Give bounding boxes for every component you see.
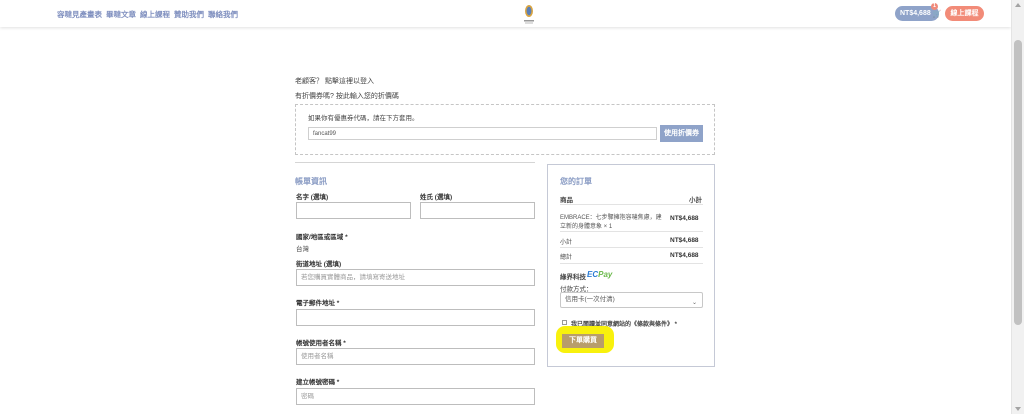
- order-divider: [560, 247, 703, 248]
- first-name-label: 名字 (選填): [296, 194, 329, 201]
- email-field[interactable]: [296, 309, 535, 326]
- site-header: 容噠見產畫表 畢噠文章 線上課程 贊助我們 聯絡我們 NT$4,688 🛒 1 …: [0, 0, 1011, 27]
- scrollbar[interactable]: [1011, 0, 1024, 414]
- billing-title: 帳單資訊: [295, 177, 327, 186]
- place-order-button[interactable]: 下單購買: [562, 334, 604, 348]
- cart-button[interactable]: NT$4,688 🛒 1: [895, 3, 942, 21]
- chevron-down-icon: ⌄: [691, 300, 697, 306]
- order-item-name-line1: EMBRACE：七步驟擁抱容噠焦慮，建: [560, 215, 662, 221]
- scroll-up-arrow-icon[interactable]: [1015, 3, 1021, 7]
- nav-item-5[interactable]: 聯絡我們: [208, 9, 238, 20]
- street-address-field[interactable]: 若您購買實體商品，請填寫寄送地址: [296, 269, 535, 286]
- order-title: 您的訂單: [560, 177, 592, 186]
- cart-count-badge: 1: [931, 3, 938, 10]
- password-label: 建立帳號密碼 *: [296, 379, 340, 386]
- courses-button[interactable]: 線上課程: [945, 6, 984, 21]
- ecpay-logo-ec: EC: [587, 270, 599, 279]
- email-label: 電子郵件地址 *: [296, 300, 340, 307]
- returning-customer-link[interactable]: 老顧客？ 點擊這裡以登入: [295, 76, 374, 86]
- order-subtotal-label: 小計: [560, 240, 573, 246]
- last-name-label: 姓氏 (選填): [420, 194, 453, 201]
- country-label: 國家/地區或區域 *: [296, 234, 348, 241]
- order-total-label: 總計: [560, 255, 573, 261]
- order-item-price: NT$4,688: [670, 215, 699, 222]
- ecpay-logo: ECPay: [587, 270, 612, 279]
- scroll-down-arrow-icon[interactable]: [1015, 407, 1021, 411]
- street-label: 街道地址 (選填): [296, 261, 342, 268]
- billing-divider: [295, 162, 535, 163]
- country-value: 台灣: [296, 246, 309, 253]
- order-item-name-line2: 立新的身體意象 × 1: [560, 224, 613, 230]
- scrollbar-thumb[interactable]: [1014, 40, 1022, 325]
- cart-icon: 🛒: [932, 10, 942, 18]
- username-label: 帳號使用者名稱 *: [296, 340, 346, 347]
- nav-item-3[interactable]: 線上課程: [140, 9, 170, 20]
- apply-coupon-button[interactable]: 使用折價券: [660, 125, 703, 142]
- cart-amount: NT$4,688: [900, 10, 931, 17]
- payment-method-select[interactable]: 信用卡(一次付清) ⌄: [560, 292, 703, 308]
- terms-checkbox[interactable]: [562, 320, 567, 325]
- nav-item-4[interactable]: 贊助我們: [174, 9, 204, 20]
- order-total-value: NT$4,688: [670, 252, 699, 259]
- last-name-field[interactable]: [420, 202, 535, 219]
- main-nav: 容噠見產畫表 畢噠文章 線上課程 贊助我們 聯絡我們: [57, 9, 238, 20]
- order-col-product: 商品: [560, 197, 573, 204]
- order-subtotal-value: NT$4,688: [670, 237, 699, 244]
- site-logo[interactable]: [522, 3, 536, 25]
- order-divider: [560, 263, 703, 264]
- nav-item-2[interactable]: 畢噠文章: [106, 9, 136, 20]
- payment-method-value: 信用卡(一次付清): [565, 296, 615, 303]
- coupon-code-input[interactable]: fancat99: [308, 127, 657, 140]
- username-field[interactable]: 使用者名稱: [296, 348, 535, 365]
- payment-provider-label: 綠界科技: [560, 274, 586, 281]
- nav-item-1[interactable]: 容噠見產畫表: [57, 9, 102, 20]
- order-divider: [560, 231, 703, 232]
- first-name-field[interactable]: [296, 202, 411, 219]
- order-divider: [560, 204, 703, 205]
- coupon-prompt-link[interactable]: 有折價券嗎? 按此輸入您的折價碼: [295, 91, 399, 101]
- coupon-instruction: 如果你有優惠券代碼，請在下方套用。: [308, 115, 419, 122]
- order-col-subtotal: 小計: [689, 197, 702, 204]
- ecpay-logo-pay: Pay: [598, 270, 613, 279]
- password-field[interactable]: 密碼: [296, 388, 535, 405]
